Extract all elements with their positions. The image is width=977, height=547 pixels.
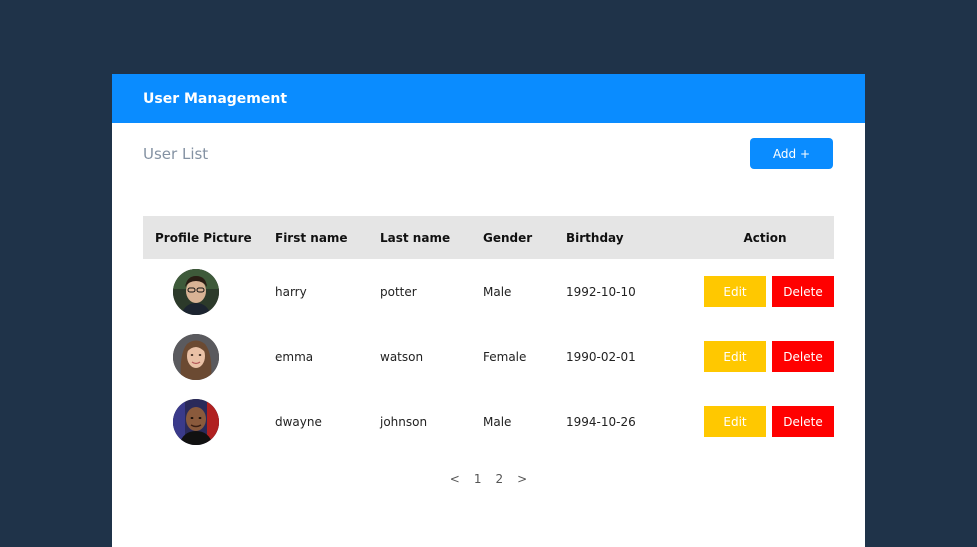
table-row: dwayne johnson Male 1994-10-26 Edit Dele…	[143, 389, 834, 454]
row-actions: Edit Delete	[674, 406, 834, 437]
cell-last-name: potter	[380, 284, 417, 299]
cell-first-name: harry	[275, 284, 307, 299]
next-page-button[interactable]: >	[517, 472, 527, 486]
cell-gender: Male	[483, 414, 512, 429]
page-2-button[interactable]: 2	[496, 472, 504, 486]
table-row: harry potter Male 1992-10-10 Edit Delete	[143, 259, 834, 324]
emma-avatar	[173, 333, 219, 380]
prev-page-button[interactable]: <	[450, 472, 460, 486]
cell-first-name: emma	[275, 349, 314, 364]
add-user-button[interactable]: Add +	[750, 138, 833, 169]
row-actions: Edit Delete	[674, 276, 834, 307]
cell-first-name: dwayne	[275, 414, 322, 429]
edit-button[interactable]: Edit	[704, 406, 766, 437]
app-title: User Management	[143, 90, 288, 107]
column-header-last-name: Last name	[380, 230, 451, 245]
cell-last-name: watson	[380, 349, 424, 364]
users-table: Profile Picture First name Last name Gen…	[143, 216, 834, 454]
column-header-profile-picture: Profile Picture	[155, 230, 252, 245]
list-toolbar: User List Add +	[112, 123, 865, 187]
table-header: Profile Picture First name Last name Gen…	[143, 216, 834, 259]
user-management-panel: User Management User List Add + Profile …	[112, 74, 865, 547]
table-row: emma watson Female 1990-02-01 Edit Delet…	[143, 324, 834, 389]
cell-birthday: 1994-10-26	[566, 414, 636, 429]
cell-gender: Female	[483, 349, 527, 364]
edit-button[interactable]: Edit	[704, 276, 766, 307]
harry-avatar	[173, 268, 219, 315]
cell-gender: Male	[483, 284, 512, 299]
section-title: User List	[143, 145, 209, 163]
row-actions: Edit Delete	[674, 341, 834, 372]
edit-button[interactable]: Edit	[704, 341, 766, 372]
cell-birthday: 1992-10-10	[566, 284, 636, 299]
dwayne-avatar	[173, 398, 219, 445]
delete-button[interactable]: Delete	[772, 406, 834, 437]
delete-button[interactable]: Delete	[772, 276, 834, 307]
column-header-birthday: Birthday	[566, 230, 624, 245]
column-header-action: Action	[743, 230, 787, 245]
cell-birthday: 1990-02-01	[566, 349, 636, 364]
pagination: < 1 2 >	[112, 472, 865, 486]
page-1-button[interactable]: 1	[474, 472, 482, 486]
delete-button[interactable]: Delete	[772, 341, 834, 372]
cell-last-name: johnson	[380, 414, 428, 429]
column-header-gender: Gender	[483, 230, 533, 245]
column-header-first-name: First name	[275, 230, 348, 245]
app-header: User Management	[112, 74, 865, 123]
